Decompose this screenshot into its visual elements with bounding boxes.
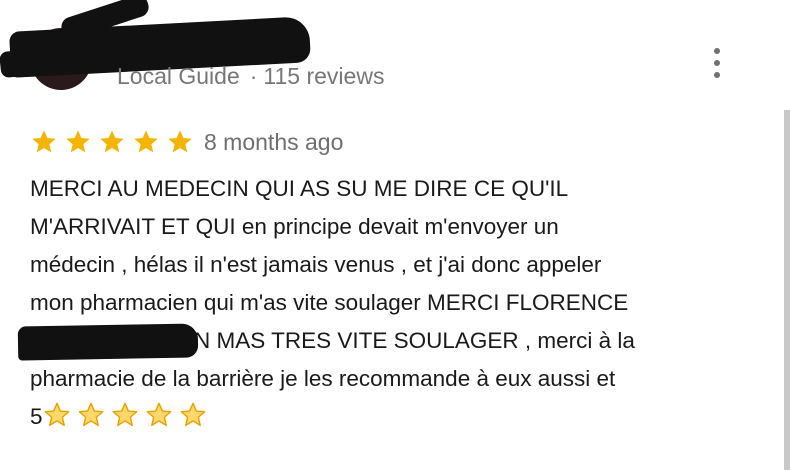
emoji-stars	[43, 402, 213, 429]
star-icon	[134, 130, 158, 153]
meta-separator: ·	[249, 63, 258, 89]
review-line: pharmacie de la barrière je les recomman…	[30, 366, 616, 391]
star-icon	[168, 130, 192, 153]
review-line: mon pharmacien qui m'as vite soulager ME…	[30, 290, 629, 315]
star-icon	[32, 130, 56, 153]
review-line-text: N MAS TRES VITE SOULAGER , merci à la	[194, 328, 635, 353]
review-time: 8 months ago	[204, 128, 344, 155]
star-emoji-icon	[180, 402, 205, 427]
star-rating	[30, 128, 200, 156]
star-icon	[100, 130, 124, 153]
rating-row: 8 months ago	[30, 128, 343, 156]
review-line: M'ARRIVAIT ET QUI en principe devait m'e…	[30, 214, 559, 239]
more-vert-icon[interactable]	[710, 48, 724, 78]
reviewer-meta: Local Guide · 115 reviews	[117, 63, 384, 90]
star-emoji-icon	[112, 402, 137, 427]
rating-prefix: 5	[30, 404, 43, 429]
local-guide-badge[interactable]: Local Guide	[117, 63, 240, 89]
star-icon	[66, 130, 90, 153]
review-text: MERCI AU MEDECIN QUI AS SU ME DIRE CE QU…	[17, 170, 750, 436]
star-emoji-icon	[44, 402, 69, 427]
review-line-rating: 5	[30, 398, 750, 436]
scrollbar[interactable]	[784, 110, 790, 470]
review-card: Local Guide · 115 reviews 8 months ago MER…	[0, 0, 790, 470]
redacted-text	[17, 323, 199, 361]
review-line: médecin , hélas il n'est jamais venus , …	[30, 252, 602, 277]
star-emoji-icon	[78, 402, 103, 427]
star-emoji-icon	[146, 402, 171, 427]
review-line: MERCI AU MEDECIN QUI AS SU ME DIRE CE QU…	[30, 176, 569, 201]
review-line: N MAS TRES VITE SOULAGER , merci à la	[17, 322, 750, 361]
review-count[interactable]: 115 reviews	[263, 63, 384, 89]
